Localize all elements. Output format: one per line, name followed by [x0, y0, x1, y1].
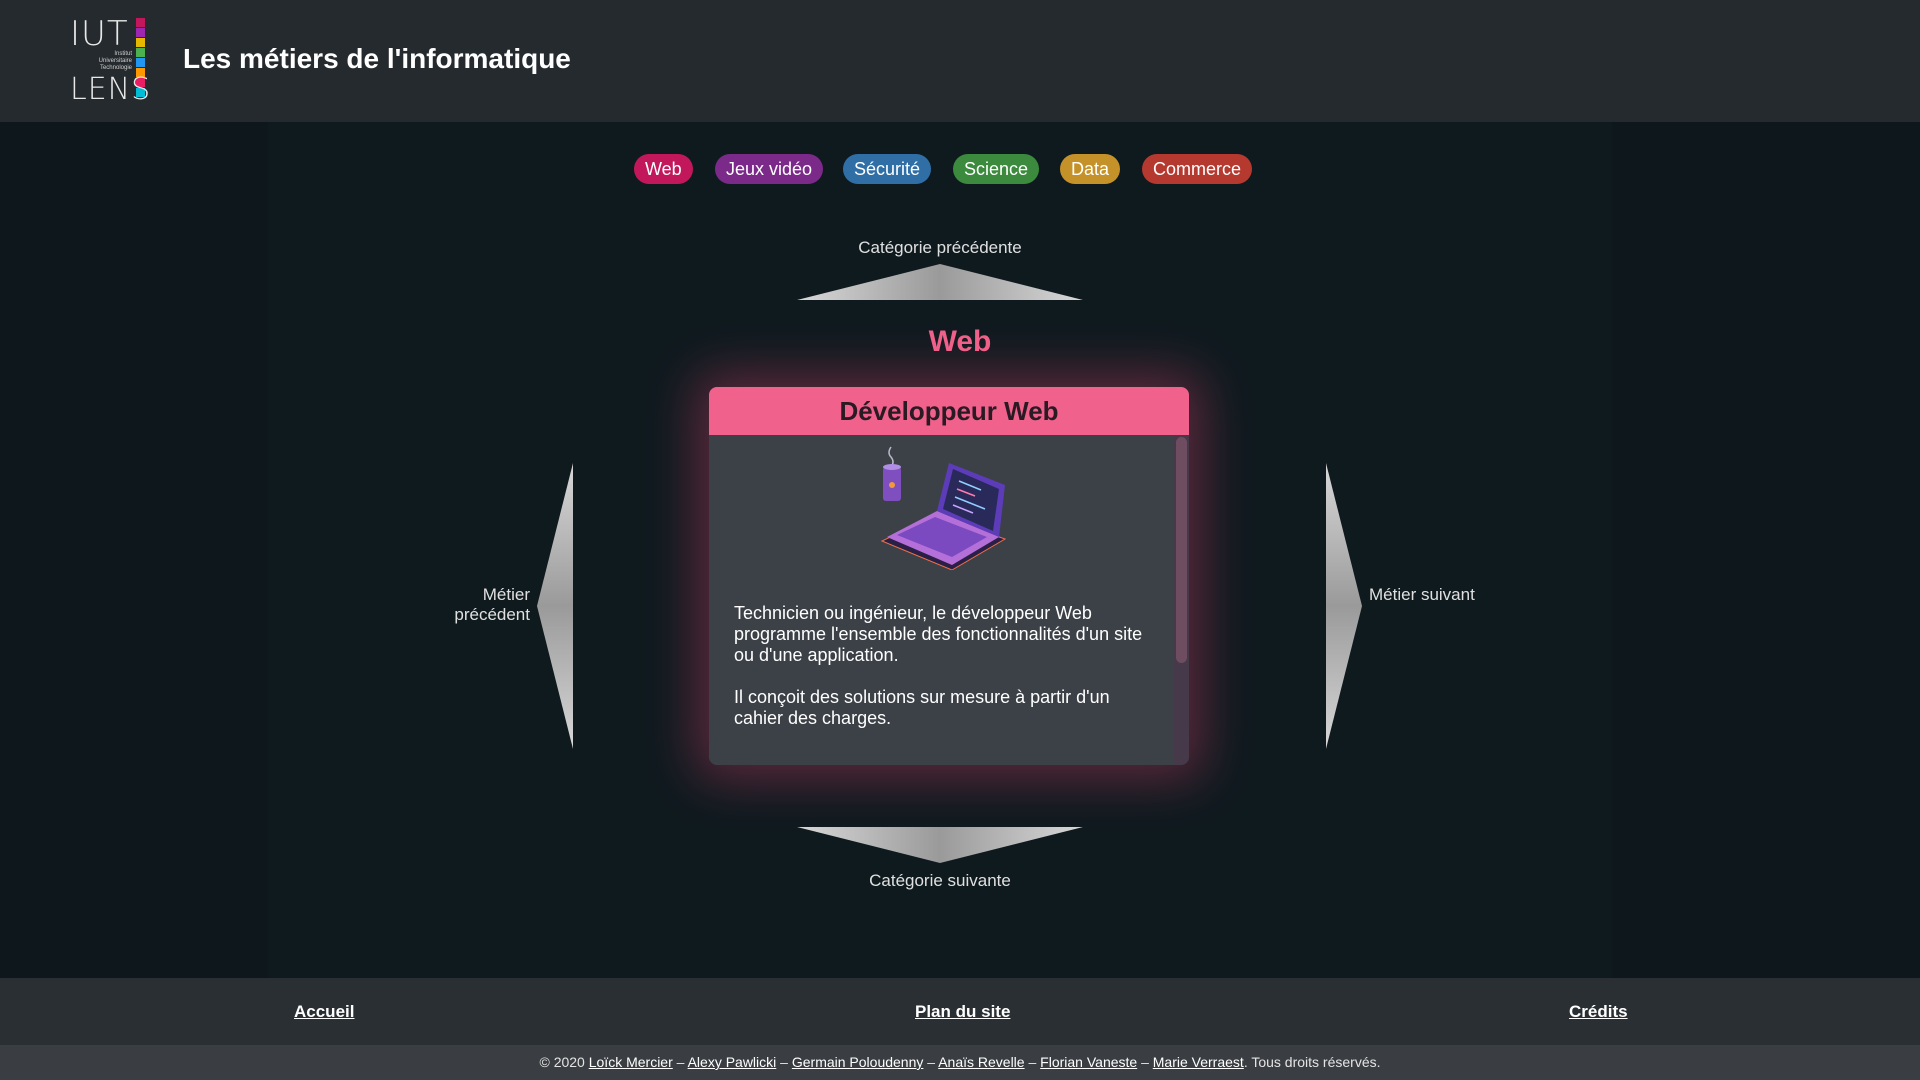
- logo-subtitle: Institut Universitaire Technologie: [98, 51, 132, 71]
- footer-link-credits[interactable]: Crédits: [1569, 1002, 1628, 1022]
- card-scrollbar[interactable]: [1174, 435, 1189, 765]
- separator: –: [676, 1054, 685, 1070]
- footer-nav: Accueil Plan du site Crédits: [0, 978, 1920, 1045]
- copyright-suffix: . Tous droits réservés.: [1243, 1054, 1381, 1070]
- logo-bar: [136, 18, 145, 27]
- tag-web[interactable]: Web: [634, 154, 693, 184]
- author-link[interactable]: Loïck Mercier: [589, 1054, 673, 1070]
- laptop-illustration: [880, 446, 1007, 570]
- author-link[interactable]: Marie Verraest: [1153, 1054, 1244, 1070]
- right-arrow-icon[interactable]: [1324, 461, 1364, 751]
- next-category-label[interactable]: Catégorie suivante: [0, 871, 1880, 891]
- separator: –: [780, 1054, 788, 1070]
- tag-science[interactable]: Science: [953, 154, 1040, 184]
- separator: –: [927, 1054, 936, 1070]
- separator: –: [1028, 1054, 1037, 1070]
- logo-bottom-text: LENS: [70, 72, 152, 107]
- tag-commerce[interactable]: Commerce: [1142, 154, 1253, 184]
- copyright-bar: © 2020 Loïck Mercier – Alexy Pawlicki – …: [0, 1045, 1920, 1080]
- site-title: Les métiers de l'informatique: [183, 43, 571, 74]
- author-link[interactable]: Germain Poloudenny: [792, 1054, 924, 1070]
- up-arrow-icon[interactable]: [795, 262, 1085, 302]
- job-card: Développeur Web Technicien ou ingénieur,…: [709, 387, 1189, 765]
- tag-data[interactable]: Data: [1060, 154, 1121, 184]
- author-link[interactable]: Alexy Pawlicki: [688, 1054, 777, 1070]
- footer-link-home[interactable]: Accueil: [294, 1002, 354, 1022]
- tag-securite[interactable]: Sécurité: [843, 154, 932, 184]
- job-card-body: Technicien ou ingénieur, le développeur …: [709, 435, 1174, 765]
- logo-bar: [136, 38, 145, 47]
- left-arrow-icon[interactable]: [535, 461, 575, 751]
- copyright-prefix: © 2020: [539, 1054, 585, 1070]
- tag-jeux-video[interactable]: Jeux vidéo: [715, 154, 824, 184]
- footer-link-sitemap[interactable]: Plan du site: [915, 1002, 1010, 1022]
- site-header: IUT Institut Universitaire Technologie L…: [0, 0, 1920, 122]
- separator: –: [1141, 1054, 1149, 1070]
- logo-top-text: IUT: [70, 14, 129, 54]
- logo-bar: [136, 28, 145, 37]
- job-description: Technicien ou ingénieur, le développeur …: [734, 603, 1154, 750]
- prev-job-label[interactable]: Métier précédent: [420, 585, 530, 625]
- logo-bar: [136, 58, 145, 67]
- job-description-p2: Il conçoit des solutions sur mesure à pa…: [734, 687, 1110, 728]
- iut-lens-logo[interactable]: IUT Institut Universitaire Technologie L…: [70, 14, 152, 107]
- card-scrollbar-thumb[interactable]: [1176, 437, 1187, 663]
- category-heading: Web: [928, 325, 992, 358]
- logo-bar: [136, 48, 145, 57]
- prev-category-label[interactable]: Catégorie précédente: [0, 238, 1880, 258]
- next-job-label[interactable]: Métier suivant: [1369, 585, 1479, 605]
- job-title: Développeur Web: [709, 387, 1189, 435]
- job-description-p1: Technicien ou ingénieur, le développeur …: [734, 603, 1143, 665]
- author-link[interactable]: Anaïs Revelle: [938, 1054, 1024, 1070]
- down-arrow-icon[interactable]: [795, 825, 1085, 865]
- author-link[interactable]: Florian Vaneste: [1040, 1054, 1137, 1070]
